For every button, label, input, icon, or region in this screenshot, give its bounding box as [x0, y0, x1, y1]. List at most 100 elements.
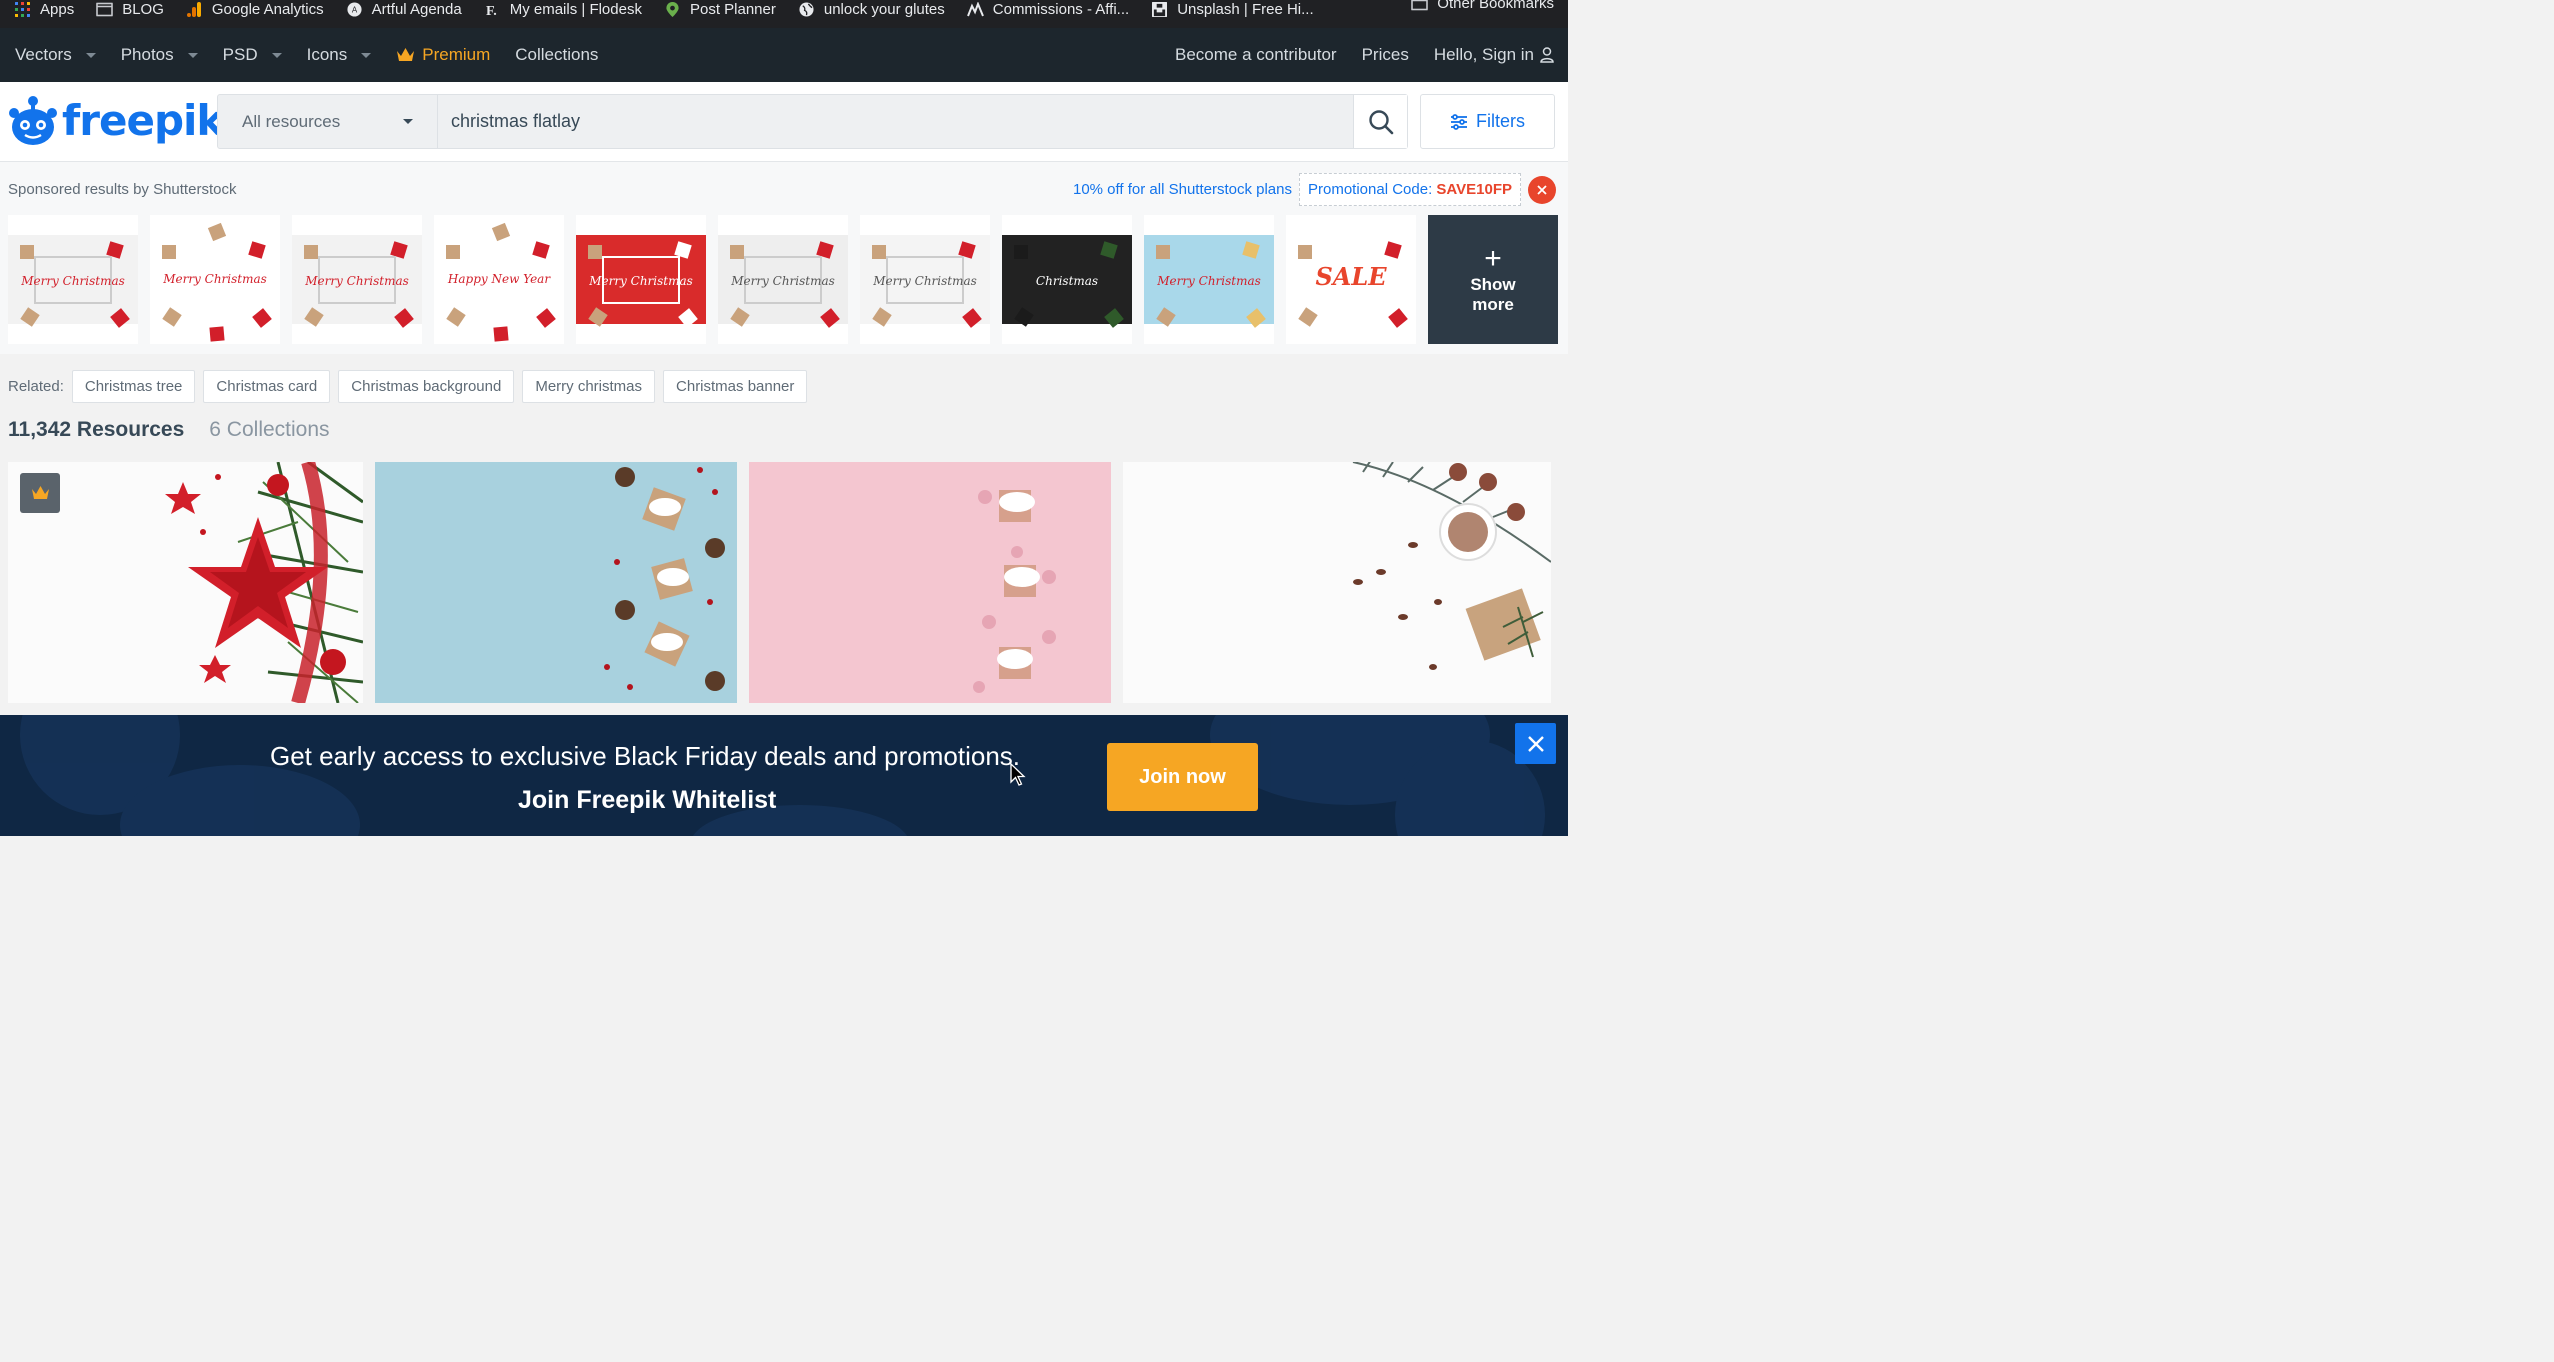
thumbnail-caption: Merry Christmas	[588, 274, 693, 288]
result-card-white-cocoa[interactable]	[1123, 462, 1551, 703]
shutterstock-plans-link[interactable]: 10% off for all Shutterstock plans	[1073, 181, 1292, 198]
bookmark-post-planner[interactable]: Post Planner	[664, 1, 776, 18]
nav-label: Icons	[306, 45, 348, 64]
bookmark-label: Artful Agenda	[371, 0, 462, 18]
folder-icon	[96, 2, 114, 16]
filters-button[interactable]: Filters	[1420, 94, 1555, 149]
join-now-button[interactable]: Join now	[1107, 743, 1258, 811]
collections-count[interactable]: 6 Collections	[209, 418, 329, 442]
thumbnail-caption: Happy New Year	[447, 272, 551, 286]
bookmark-label: My emails | Flodesk	[509, 0, 642, 18]
svg-text:F.: F.	[486, 4, 497, 17]
apps-grid-icon	[15, 1, 30, 17]
search-icon	[1368, 109, 1393, 134]
sign-in-link[interactable]: Hello, Sign in	[1434, 45, 1554, 65]
close-banner-button[interactable]	[1515, 723, 1556, 764]
sponsored-thumb-happy-new-year-gifts[interactable]: Happy New Year	[434, 215, 564, 344]
chevron-down-icon	[361, 52, 372, 58]
nav-photos[interactable]: Photos	[121, 45, 198, 65]
bookmark-blog[interactable]: BLOG	[96, 1, 164, 18]
bookmark-unlock-glutes[interactable]: unlock your glutes	[798, 1, 945, 18]
user-icon	[1540, 47, 1554, 63]
become-contributor-link[interactable]: Become a contributor	[1175, 45, 1337, 65]
sponsored-section: Sponsored results by Shutterstock 10% of…	[0, 162, 1568, 354]
sponsored-thumb-merry-christmas-frame-gifts-2[interactable]: Merry Christmas	[292, 215, 422, 344]
sponsored-thumb-dark-fir-christmas[interactable]: Christmas	[1002, 215, 1132, 344]
nav-premium[interactable]: Premium	[396, 45, 490, 65]
bookmark-label: Apps	[40, 0, 75, 18]
sponsored-thumb-christmas-sale-banner[interactable]: SALE	[1286, 215, 1416, 344]
chevron-down-icon	[403, 119, 413, 124]
red-star-flatlay-image	[8, 462, 363, 703]
related-tag[interactable]: Merry christmas	[522, 370, 656, 403]
nav-psd[interactable]: PSD	[223, 45, 282, 65]
nav-label: Collections	[515, 45, 599, 64]
prices-link[interactable]: Prices	[1362, 45, 1409, 65]
sponsored-thumb-pastel-christmas-gifts[interactable]: Merry Christmas	[1144, 215, 1274, 344]
freepik-logo[interactable]: freepik	[8, 95, 224, 147]
thumbnail-caption: Merry Christmas	[162, 272, 267, 286]
search-header: freepik All resources Filters	[0, 82, 1568, 162]
related-tag[interactable]: Christmas card	[203, 370, 331, 403]
nav-icons[interactable]: Icons	[307, 45, 372, 65]
nav-collections[interactable]: Collections	[515, 45, 598, 65]
bookmark-apps[interactable]: Apps	[14, 1, 74, 18]
sponsored-thumb-red-christmas-frame[interactable]: Merry Christmas	[576, 215, 706, 344]
result-card-blue-gifts[interactable]	[375, 462, 737, 703]
bookmark-commissions[interactable]: Commissions - Affi...	[966, 0, 1130, 18]
show-more-button[interactable]: + Show more	[1428, 215, 1558, 344]
bookmark-label: unlock your glutes	[823, 0, 945, 18]
sponsored-thumb-silver-christmas-frame[interactable]: Merry Christmas	[718, 215, 848, 344]
folder-icon	[1411, 0, 1429, 11]
related-tags: Related: Christmas tree Christmas card C…	[8, 370, 808, 403]
black-friday-banner: Get early access to exclusive Black Frid…	[0, 715, 1568, 836]
bookmark-label: Commissions - Affi...	[992, 0, 1130, 18]
thumbnail-caption: SALE	[1315, 262, 1387, 291]
bookmark-google-analytics[interactable]: Google Analytics	[186, 1, 324, 18]
sponsored-thumb-gold-snowflakes-frame[interactable]: Merry Christmas	[860, 215, 990, 344]
related-tag[interactable]: Christmas background	[338, 370, 515, 403]
results-grid	[8, 462, 1551, 703]
sponsored-label: Sponsored results by Shutterstock	[8, 181, 237, 198]
resource-type-select[interactable]: All resources	[218, 95, 438, 148]
close-icon	[1527, 735, 1544, 752]
promo-prefix: Promotional Code:	[1308, 181, 1433, 198]
close-sponsored-button[interactable]	[1528, 175, 1556, 204]
show-more-label: Show more	[1470, 274, 1516, 314]
related-tag[interactable]: Christmas tree	[71, 370, 196, 403]
result-card-red-star[interactable]	[8, 462, 363, 703]
resources-count[interactable]: 11,342 Resources	[8, 418, 184, 442]
thumbnail-image: Merry Christmas	[576, 215, 706, 344]
search-button[interactable]	[1353, 95, 1407, 148]
thumbnail-caption: Merry Christmas	[304, 274, 409, 288]
bookmark-label: Post Planner	[689, 0, 776, 18]
bookmark-unsplash[interactable]: Unsplash | Free Hi...	[1151, 1, 1314, 18]
thumbnail-image: Merry Christmas	[860, 215, 990, 344]
thumbnail-caption: Christmas	[1036, 274, 1098, 288]
sponsored-thumb-merry-christmas-frame-gifts[interactable]: Merry Christmas	[8, 215, 138, 344]
search-input[interactable]	[438, 95, 1353, 148]
thumbnail-caption: Merry Christmas	[730, 274, 835, 288]
globe-icon	[799, 1, 814, 17]
thumbnail-caption: Merry Christmas	[1156, 274, 1261, 288]
result-card-pink-gifts[interactable]	[749, 462, 1111, 703]
nav-label: PSD	[222, 45, 258, 64]
promo-code-box[interactable]: Promotional Code: SAVE10FP	[1299, 173, 1521, 206]
bookmark-flodesk[interactable]: F. My emails | Flodesk	[484, 1, 642, 18]
post-planner-icon	[666, 1, 679, 17]
nav-vectors[interactable]: Vectors	[15, 45, 96, 65]
close-icon	[1537, 184, 1547, 195]
analytics-icon	[186, 1, 201, 17]
crown-icon	[397, 48, 415, 61]
crown-icon	[31, 486, 49, 499]
mouse-cursor-icon	[1010, 763, 1026, 786]
thumbnail-image: Merry Christmas	[718, 215, 848, 344]
unsplash-icon	[1152, 1, 1168, 17]
related-tag[interactable]: Christmas banner	[663, 370, 808, 403]
nav-label: Premium	[422, 45, 491, 64]
bookmark-artful-agenda[interactable]: A Artful Agenda	[346, 1, 462, 18]
sponsored-thumb-merry-christmas-lettering-gifts[interactable]: Merry Christmas	[150, 215, 280, 344]
bookmark-label: Other Bookmarks	[1437, 0, 1554, 12]
bookmark-other[interactable]: Other Bookmarks	[1411, 0, 1554, 12]
bookmarks-bar: Apps BLOG Google Analytics A Artful Agen…	[0, 0, 1568, 28]
